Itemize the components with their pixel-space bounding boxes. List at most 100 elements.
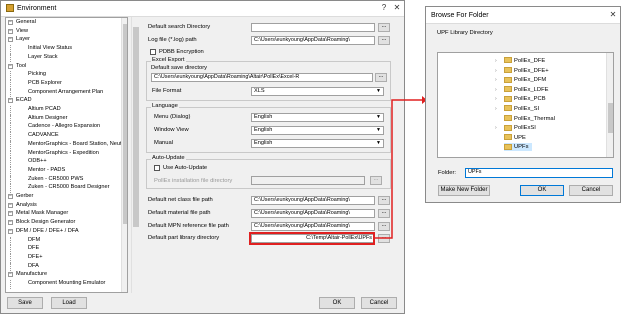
tree-item[interactable]: MentorGraphics - Expedition bbox=[28, 150, 99, 157]
tree-item[interactable]: ODB++ bbox=[28, 158, 47, 165]
use-auto-update-checkbox[interactable] bbox=[154, 165, 160, 171]
tree-vertical-scrollbar[interactable] bbox=[121, 18, 127, 292]
default-search-dir-browse-button[interactable]: ... bbox=[378, 23, 390, 32]
chevron-right-icon[interactable]: › bbox=[495, 68, 497, 74]
default-save-dir-browse-button[interactable]: ... bbox=[375, 73, 387, 82]
tree-item[interactable]: Tool bbox=[16, 63, 26, 70]
tree-expander-icon[interactable]: − bbox=[8, 37, 13, 43]
tree-expander-icon[interactable]: − bbox=[8, 272, 13, 278]
material-field[interactable]: C:\Users\eunkyoung\AppData\Roaming\ bbox=[251, 209, 375, 218]
tree-item[interactable]: Zuken - CR5000 PWS bbox=[28, 176, 83, 183]
tree-expander-icon[interactable]: − bbox=[8, 228, 13, 234]
tree-item[interactable]: Analysis bbox=[16, 202, 37, 209]
settings-vertical-scrollbar[interactable] bbox=[131, 17, 139, 293]
tree-item[interactable]: ECAD bbox=[16, 97, 32, 104]
mpn-reference-field[interactable]: C:\Users\eunkyoung\AppData\Roaming\ bbox=[251, 222, 375, 231]
tree-expander-icon[interactable]: − bbox=[8, 28, 13, 34]
tree-expander-icon[interactable]: − bbox=[8, 211, 13, 217]
tree-item[interactable]: Cadence - Allegro Expansion bbox=[28, 123, 100, 130]
tree-connector-line bbox=[10, 166, 11, 176]
tree-item[interactable]: Manufacture bbox=[16, 271, 47, 278]
cancel-button[interactable]: Cancel bbox=[361, 297, 397, 309]
settings-tree[interactable]: − General − View − Layer Initial View Status La… bbox=[5, 17, 128, 293]
tree-item[interactable]: Layer Stack bbox=[28, 54, 58, 61]
tree-item[interactable]: Component Mounting Emulator bbox=[28, 280, 105, 287]
tree-item[interactable]: Gerber bbox=[16, 193, 33, 200]
menu-language-select[interactable]: English ▼ bbox=[251, 113, 384, 122]
tree-item[interactable]: Zuken - CR5000 Board Designer bbox=[28, 184, 109, 191]
browse-ok-button[interactable]: OK bbox=[520, 185, 564, 196]
tree-item[interactable]: Metal Mask Manager bbox=[16, 210, 68, 217]
folder-item[interactable]: PollEx_SI bbox=[504, 105, 539, 113]
folder-item[interactable]: PollEx_DFE bbox=[504, 57, 545, 65]
tree-expander-icon[interactable]: − bbox=[8, 202, 13, 208]
window-view-select[interactable]: English ▼ bbox=[251, 126, 384, 135]
tree-item[interactable]: DFA bbox=[28, 263, 39, 270]
manual-language-select[interactable]: English ▼ bbox=[251, 139, 384, 148]
install-dir-field[interactable] bbox=[251, 176, 365, 185]
chevron-right-icon[interactable]: › bbox=[495, 77, 497, 83]
tree-item[interactable]: DFM bbox=[28, 237, 40, 244]
tree-connector-line bbox=[10, 253, 11, 263]
chevron-right-icon[interactable]: › bbox=[495, 125, 497, 131]
folder-item[interactable]: PollEx_PCB bbox=[504, 95, 546, 103]
tree-item[interactable]: Mentor - PADS bbox=[28, 167, 65, 174]
tree-item[interactable]: Picking bbox=[28, 71, 46, 78]
help-icon[interactable]: ? bbox=[377, 2, 391, 14]
folder-item[interactable]: PollExSI bbox=[504, 124, 536, 132]
tree-item[interactable]: Altium Designer bbox=[28, 115, 67, 122]
folder-vertical-scrollbar[interactable] bbox=[606, 53, 613, 157]
tree-item[interactable]: CADVANCE bbox=[28, 132, 59, 139]
folder-item[interactable]: UPFs bbox=[504, 143, 532, 152]
folder-item[interactable]: PollEx_DFM bbox=[504, 76, 546, 84]
tree-expander-icon[interactable]: − bbox=[8, 194, 13, 199]
load-button[interactable]: Load bbox=[51, 297, 87, 309]
make-new-folder-button[interactable]: Make New Folder bbox=[438, 185, 490, 196]
tree-expander-icon[interactable]: − bbox=[8, 98, 13, 104]
ok-button[interactable]: OK bbox=[319, 297, 355, 309]
folder-item-label: PollEx_PCB bbox=[514, 96, 546, 103]
tree-scroll-thumb[interactable] bbox=[123, 24, 127, 224]
folder-item[interactable]: PollEx_DFE+ bbox=[504, 67, 549, 75]
chevron-right-icon[interactable]: › bbox=[495, 87, 497, 93]
save-button[interactable]: Save bbox=[7, 297, 43, 309]
folder-tree[interactable]: › PollEx_DFE › PollEx_DFE+ › PollEx_DFM › PollE… bbox=[437, 52, 614, 158]
folder-item[interactable]: PollEx_LDFE bbox=[504, 86, 548, 94]
tree-item[interactable]: Block Design Generator bbox=[16, 219, 75, 226]
tree-item[interactable]: DFE+ bbox=[28, 254, 42, 261]
folder-item[interactable]: UPE bbox=[504, 134, 526, 142]
chevron-right-icon[interactable]: › bbox=[495, 58, 497, 64]
tree-item[interactable]: General bbox=[16, 19, 36, 26]
browse-cancel-button[interactable]: Cancel bbox=[569, 185, 613, 196]
tree-item[interactable]: Layer bbox=[16, 36, 30, 43]
tree-item[interactable]: DFE bbox=[28, 245, 39, 252]
close-icon[interactable]: ✕ bbox=[390, 2, 404, 14]
close-icon[interactable]: ✕ bbox=[606, 9, 620, 21]
folder-item[interactable]: PollEx_Thermal bbox=[504, 115, 555, 123]
default-search-dir-field[interactable] bbox=[251, 23, 375, 32]
default-search-dir-label: Default search Directory bbox=[148, 24, 211, 30]
tree-item[interactable]: Altium PCAD bbox=[28, 106, 61, 113]
folder-name-input[interactable]: UPFs bbox=[465, 168, 613, 178]
log-file-browse-button[interactable]: ... bbox=[378, 36, 390, 45]
folder-scroll-thumb[interactable] bbox=[608, 103, 613, 133]
chevron-right-icon[interactable]: › bbox=[495, 96, 497, 102]
tree-item[interactable]: DFM / DFE / DFE+ / DFA bbox=[16, 228, 79, 235]
tree-item[interactable]: Initial View Status bbox=[28, 45, 72, 52]
log-file-label: Log file (*.log) path bbox=[148, 37, 197, 43]
mpn-reference-label: Default MPN reference file path bbox=[148, 223, 229, 229]
tree-expander-icon[interactable]: − bbox=[8, 220, 13, 226]
net-class-field[interactable]: C:\Users\eunkyoung\AppData\Roaming\ bbox=[251, 196, 375, 205]
chevron-right-icon[interactable]: › bbox=[495, 106, 497, 112]
tree-expander-icon[interactable]: − bbox=[8, 20, 13, 25]
tree-item[interactable]: MentorGraphics - Board Station, Neutral bbox=[28, 141, 127, 148]
tree-expander-icon[interactable]: − bbox=[8, 63, 13, 69]
default-save-dir-field[interactable]: C:\Users\eunkyoung\AppData\Roaming\Altai… bbox=[151, 73, 373, 82]
tree-item[interactable]: PCB Explorer bbox=[28, 80, 62, 87]
file-format-select[interactable]: XLS ▼ bbox=[251, 87, 384, 96]
pdbb-encryption-checkbox[interactable] bbox=[150, 49, 156, 55]
settings-scroll-thumb[interactable] bbox=[133, 27, 139, 227]
log-file-field[interactable]: C:\Users\eunkyoung\AppData\Roaming\ bbox=[251, 36, 375, 45]
tree-item[interactable]: View bbox=[16, 28, 28, 35]
tree-item[interactable]: Component Arrangement Plan bbox=[28, 89, 103, 96]
